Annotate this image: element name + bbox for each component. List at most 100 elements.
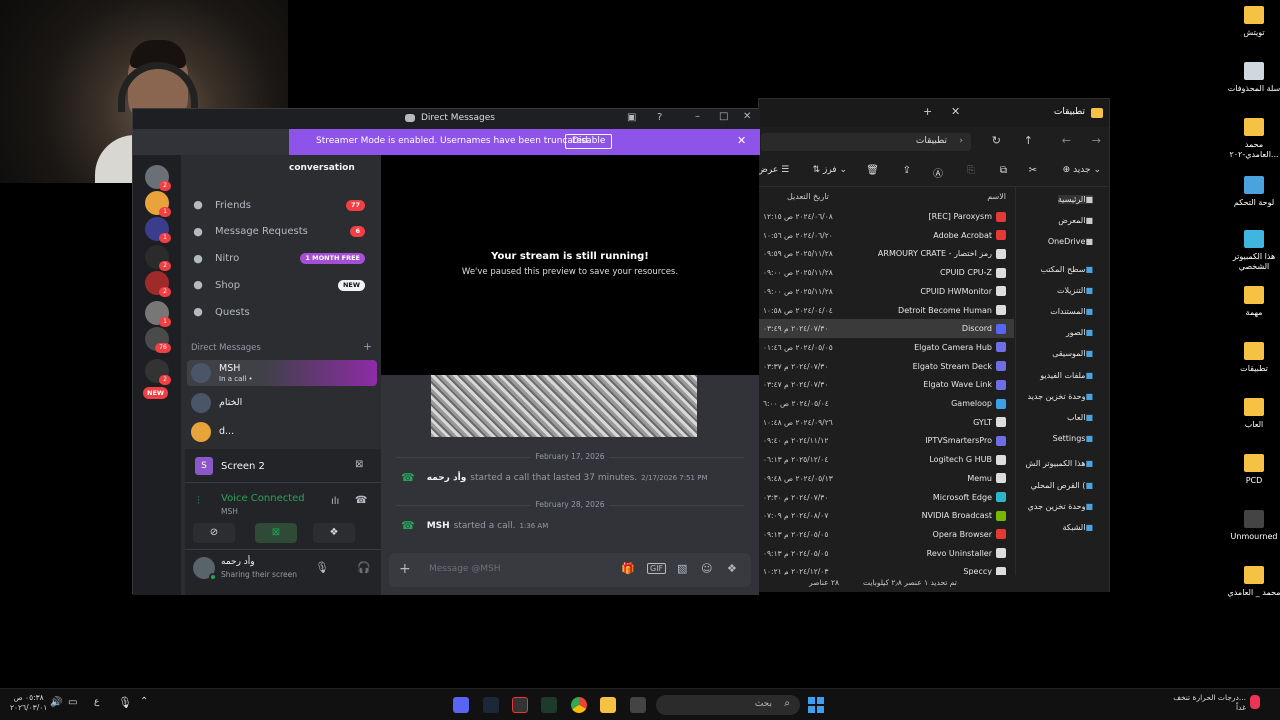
- stop-stream-icon[interactable]: ⊠: [355, 459, 363, 470]
- message-input[interactable]: Message @MSH: [429, 564, 501, 574]
- nav-item[interactable]: الصور■: [1066, 328, 1093, 337]
- xbox-taskbar-icon[interactable]: [541, 697, 557, 713]
- file-row[interactable]: ٢٠٢٤/٠٧/٣٠ م ٠٣:٣٧ Elgato Stream Deck: [759, 357, 1014, 376]
- file-row[interactable]: ٢٠٢٥/١١/٢٨ ص ٠٩:٠٠ CPUID CPU-Z: [759, 263, 1014, 282]
- nav-item[interactable]: سطح المكتب■: [1040, 265, 1093, 274]
- address-bar[interactable]: تطبيقات ›: [761, 133, 971, 151]
- copy-icon[interactable]: ⧉: [1000, 165, 1007, 176]
- delete-icon[interactable]: 🗑: [866, 165, 879, 176]
- obs-taskbar-icon[interactable]: [512, 697, 528, 713]
- file-row[interactable]: ٢٠٢٤/٠٤/٠٤ ص ١٠:٥٨ Detroit Become Human: [759, 301, 1014, 320]
- menu-friends[interactable]: ● Friends 77: [191, 194, 373, 216]
- file-row[interactable]: ٢٠٢٤/١١/١٢ م ٠٩:٤٠ IPTVSmartersPro: [759, 431, 1014, 450]
- dm-item[interactable]: الختام: [187, 390, 377, 416]
- attached-image[interactable]: [431, 375, 697, 437]
- paste-icon[interactable]: ⎘: [967, 165, 975, 176]
- file-row[interactable]: ٢٠٢٤/٠٥/٠٥ م ٠٩:١٣ Revo Uninstaller: [759, 544, 1014, 563]
- view-button[interactable]: عرض ☰: [757, 165, 789, 175]
- nav-item[interactable]: وحدة تخزين جديد■: [1027, 392, 1093, 401]
- desktop-icon[interactable]: تطبيقات: [1224, 342, 1280, 374]
- minimize-icon[interactable]: –: [695, 111, 700, 122]
- sticker-icon[interactable]: ▧: [677, 562, 687, 575]
- new-button[interactable]: ⊕ جديد ⌄: [1063, 165, 1101, 175]
- file-row[interactable]: ٢٠٢٤/٠٧/٣٠ م ٠٣:٤٧ Elgato Wave Link: [759, 375, 1014, 394]
- nav-item[interactable]: ملفات الفيديو■: [1040, 371, 1093, 380]
- nav-item[interactable]: التنزيلات■: [1057, 286, 1093, 295]
- disable-button[interactable]: Disable: [565, 134, 613, 149]
- forward-icon[interactable]: ←: [1062, 134, 1071, 147]
- mic-tray-icon[interactable]: 🎙: [118, 696, 132, 709]
- dm-item[interactable]: d...: [187, 419, 377, 445]
- microphone-icon[interactable]: 🎙: [315, 561, 329, 574]
- chrome-taskbar-icon[interactable]: [571, 697, 587, 713]
- add-attachment-icon[interactable]: +: [399, 561, 411, 577]
- desktop-icon[interactable]: محمد _ العامدي: [1224, 566, 1280, 598]
- desktop-icon[interactable]: سلة المحذوفات: [1224, 62, 1280, 94]
- add-dm-icon[interactable]: +: [363, 340, 372, 353]
- desktop-icon[interactable]: PCD: [1224, 454, 1280, 486]
- file-row[interactable]: ٢٠٢٤/٠٥/٠٤ ص ٦:٠٠ Gameloop: [759, 394, 1014, 413]
- headphones-icon[interactable]: 🎧: [357, 561, 371, 574]
- activities-button[interactable]: ❖: [313, 523, 355, 543]
- cut-icon[interactable]: ✂: [1029, 165, 1037, 176]
- desktop-icon[interactable]: لوحة التحكم: [1224, 176, 1280, 208]
- file-row[interactable]: ٢٠٢٤/٠٩/٢٦ ص ١٠:٤٨ GYLT: [759, 413, 1014, 432]
- file-row[interactable]: ٢٠٢٥/١٢/٠٤ م ٠٦:١٣ Logitech G HUB: [759, 450, 1014, 469]
- share-icon[interactable]: ⇪: [903, 165, 911, 176]
- nav-item[interactable]: هذا الكمبيوتر الش■: [1026, 459, 1093, 468]
- network-tray-icon[interactable]: ▭: [68, 697, 77, 708]
- menu-shop[interactable]: ● Shop NEW: [191, 274, 373, 296]
- col-date-header[interactable]: تاريخ التعديل: [787, 192, 829, 201]
- taskbar-search[interactable]: ⌕ بحث: [656, 695, 800, 715]
- discord-taskbar-icon[interactable]: [453, 697, 469, 713]
- nav-item[interactable]: المعرض■: [1058, 216, 1093, 225]
- close-icon[interactable]: ✕: [743, 111, 751, 122]
- file-row[interactable]: ٢٠٢٤/٠٥/١٣ ص ٠٩:٤٨ Memu: [759, 469, 1014, 488]
- close-banner-icon[interactable]: ✕: [737, 134, 746, 147]
- col-name-header[interactable]: الاسم: [987, 192, 1006, 201]
- sort-button[interactable]: ⇅ فرز ⌄: [813, 165, 847, 175]
- nav-item[interactable]: القرص المحلي (■: [1031, 481, 1093, 490]
- back-icon[interactable]: →: [1092, 134, 1101, 147]
- file-row[interactable]: ٢٠٢٤/٠٥/٠٥ ص ٠١:٤٦ Elgato Camera Hub: [759, 338, 1014, 357]
- message-author[interactable]: وأد رحمه: [427, 473, 467, 483]
- inbox-icon[interactable]: ▣: [627, 112, 636, 123]
- file-row[interactable]: ٢٠٢٤/٠٦/٠٨ ص ١٢:١٥ [REC] Paroxysm: [759, 207, 1014, 226]
- user-name[interactable]: وأد رحمه: [221, 557, 255, 567]
- nav-item[interactable]: OneDrive■: [1048, 237, 1093, 246]
- emoji-icon[interactable]: ☺: [701, 562, 712, 575]
- new-badge[interactable]: NEW: [143, 387, 169, 399]
- tab-title[interactable]: تطبيقات: [1054, 107, 1085, 117]
- new-tab-icon[interactable]: +: [923, 105, 932, 118]
- desktop-icon[interactable]: العاب: [1224, 398, 1280, 430]
- nav-item[interactable]: الموسيقى■: [1052, 349, 1093, 358]
- find-conversation-button[interactable]: conversation: [289, 163, 355, 173]
- weather-widget[interactable]: درجات الحرارة تنخف... غداً: [1168, 693, 1246, 713]
- volume-icon[interactable]: 🔊: [50, 697, 62, 708]
- screen-share-button[interactable]: ⊠: [255, 523, 297, 543]
- noise-suppression-icon[interactable]: ılı: [331, 496, 339, 507]
- camera-off-button[interactable]: ⊘: [193, 523, 235, 543]
- menu-nitro[interactable]: ● Nitro 1 MONTH FREE: [191, 248, 373, 270]
- gift-icon[interactable]: 🎁: [621, 562, 635, 575]
- desktop-icon[interactable]: هذا الكمبيوتر الشخصي: [1224, 230, 1280, 272]
- clock[interactable]: ٠٥:٣٨ ص ٢٠٢٦/٠٣/٠١: [10, 693, 47, 713]
- file-row[interactable]: ٢٠٢٤/٠٨/٠٧ م ٠٧:٠٩ NVIDIA Broadcast: [759, 506, 1014, 525]
- nav-item[interactable]: العاب■: [1067, 413, 1093, 422]
- nav-item[interactable]: Settings■: [1053, 434, 1093, 443]
- desktop-icon[interactable]: مهمة: [1224, 286, 1280, 318]
- desktop-icon[interactable]: Unmourned: [1224, 510, 1280, 542]
- maximize-icon[interactable]: □: [719, 111, 728, 122]
- language-indicator[interactable]: ع: [94, 697, 99, 707]
- file-row[interactable]: ٢٠٢٥/١١/٢٨ ص ٠٩:٠٠ CPUID HWMonitor: [759, 282, 1014, 301]
- file-explorer-taskbar-icon[interactable]: [600, 697, 616, 713]
- file-row[interactable]: ٢٠٢٤/٠٧/٣٠ م ٠٣:٣٠ Microsoft Edge: [759, 488, 1014, 507]
- nav-item[interactable]: وحدة تخزين جدي■: [1028, 502, 1093, 511]
- gif-icon[interactable]: GIF: [647, 563, 667, 574]
- tray-overflow-icon[interactable]: ⌃: [140, 696, 148, 707]
- disconnect-icon[interactable]: ☎: [355, 495, 367, 506]
- file-row[interactable]: ٢٠٢٤/٠٥/٠٥ م ٠٩:١٣ Opera Browser: [759, 525, 1014, 544]
- file-row[interactable]: ٢٠٢٤/٠٧/٣٠ م ٠٣:٤٩ Discord: [759, 319, 1014, 339]
- voice-connected-label[interactable]: Voice Connected: [221, 493, 305, 504]
- up-icon[interactable]: ↑: [1024, 134, 1033, 147]
